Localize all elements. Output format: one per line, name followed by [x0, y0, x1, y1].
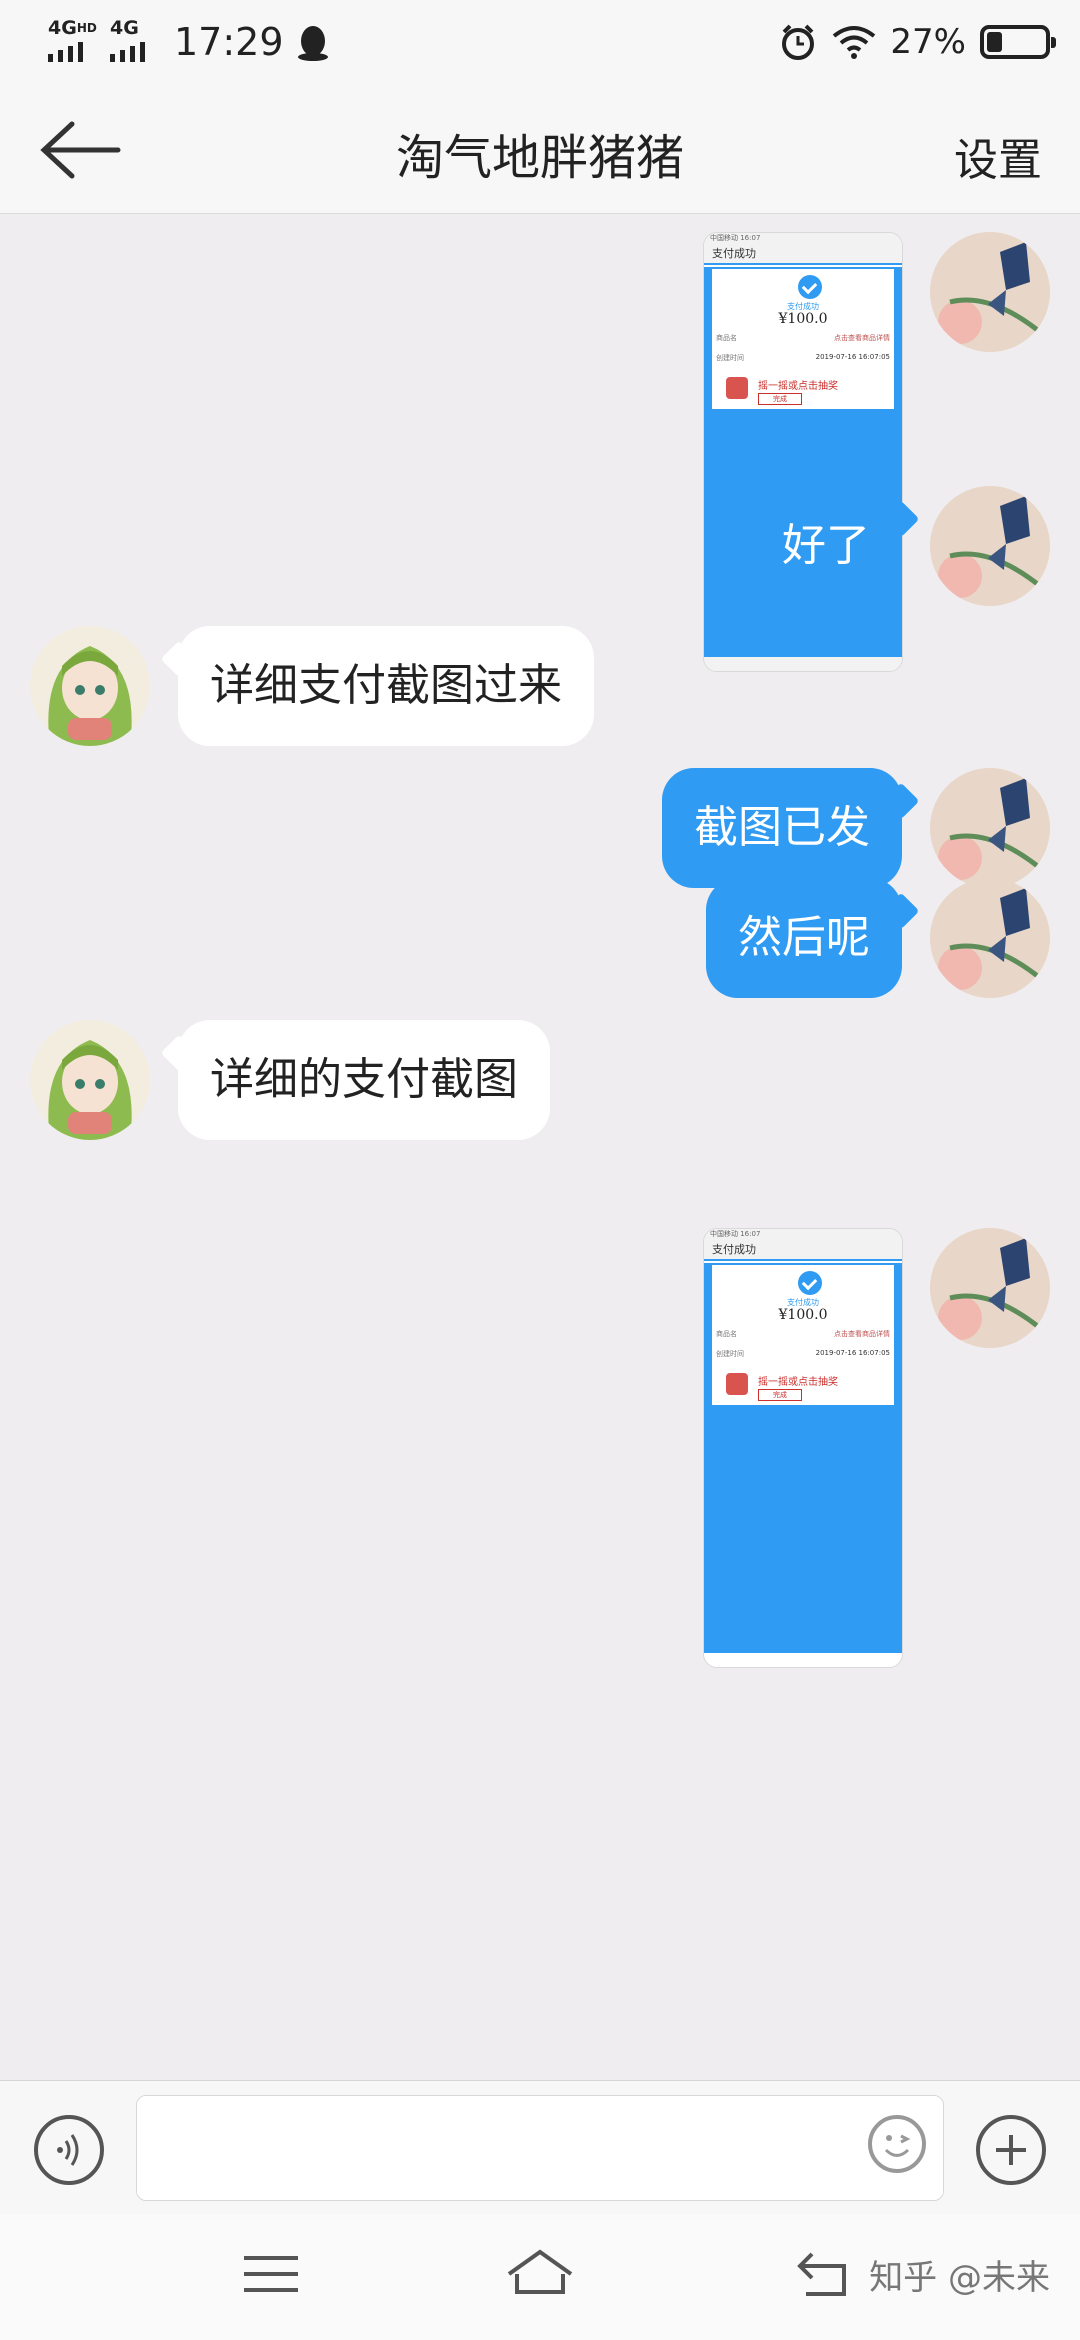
menu-icon[interactable]: [236, 2244, 306, 2304]
signal-2-icon: 4G: [108, 18, 158, 66]
shot-time-label: 创建时间: [716, 354, 744, 362]
butterfly-avatar-image: [930, 878, 1050, 998]
my-avatar[interactable]: [930, 232, 1050, 352]
contact-avatar[interactable]: [30, 1020, 150, 1140]
shot-header: 支付成功: [704, 243, 902, 265]
shot-card: 支付成功 ¥100.0 商品名 点击查看商品详情 创建时间 2019-07-16…: [712, 269, 894, 409]
chat-area[interactable]: 中国移动 16:07 支付成功 支付成功 ¥100.0 商品名 点击查看商品详情…: [0, 214, 1080, 2080]
shot-merchant-label: 商品名: [716, 1330, 737, 1338]
emoji-button[interactable]: [868, 2115, 926, 2173]
my-avatar[interactable]: [930, 486, 1050, 606]
chat-title: 淘气地胖猪猪: [395, 130, 684, 186]
shot-merchant-label: 商品名: [716, 334, 737, 342]
home-icon[interactable]: [505, 2244, 575, 2304]
shot-promo: 摇一摇或点击抽奖: [758, 381, 838, 392]
shot-status: 中国移动 16:07: [704, 1229, 902, 1239]
wifi-icon: [833, 26, 876, 59]
network-type-1: 4G: [48, 17, 77, 39]
butterfly-avatar-image: [930, 232, 1050, 352]
status-left: 4GHD 4G 17:29: [46, 14, 330, 70]
butterfly-avatar-image: [930, 1228, 1050, 1348]
title-bar: 淘气地胖猪猪 设置: [0, 84, 1080, 214]
input-bar: [0, 2080, 1080, 2214]
message-bubble-received[interactable]: 详细支付截图过来: [178, 626, 594, 746]
shot-merchant-value: 点击查看商品详情: [834, 334, 890, 342]
butterfly-avatar-image: [930, 768, 1050, 888]
qq-penguin-icon: [297, 26, 328, 61]
shot-time-value: 2019-07-16 16:07:05: [815, 1349, 890, 1357]
message-input[interactable]: [136, 2095, 944, 2201]
contact-avatar[interactable]: [30, 626, 150, 746]
shot-button: 完成: [758, 1389, 802, 1401]
shot-footer: [704, 657, 902, 671]
watermark-text: 知乎 @未来: [869, 2258, 1050, 2298]
butterfly-avatar-image: [930, 486, 1050, 606]
my-avatar[interactable]: [930, 768, 1050, 888]
anime-girl-avatar-image: [30, 626, 150, 746]
message-bubble-sent[interactable]: 好了: [750, 486, 902, 606]
clock: 17:29: [174, 20, 284, 64]
plus-icon: [996, 2135, 1026, 2165]
return-icon[interactable]: [790, 2244, 860, 2304]
gift-icon: [726, 377, 748, 399]
shot-promo: 摇一摇或点击抽奖: [758, 1377, 838, 1388]
message-bubble-received[interactable]: 详细的支付截图: [178, 1020, 550, 1140]
message-bubble-sent[interactable]: 然后呢: [706, 878, 902, 998]
shot-header: 支付成功: [704, 1239, 902, 1261]
network-type-2: 4G: [110, 17, 139, 39]
shot-button: 完成: [758, 393, 802, 405]
payment-screenshot-image[interactable]: 中国移动 16:07 支付成功 支付成功 ¥100.0 商品名 点击查看商品详情…: [703, 1228, 903, 1668]
shot-amount: ¥100.0: [778, 311, 828, 327]
network-hd-label: HD: [76, 21, 97, 35]
shot-status: 中国移动 16:07: [704, 233, 902, 243]
check-icon: [798, 1271, 822, 1295]
battery-fill: [987, 32, 1002, 52]
emoji-icon: [884, 2134, 911, 2157]
voice-button[interactable]: [34, 2115, 104, 2185]
alarm-icon: [782, 24, 815, 60]
signal-1-icon: 4GHD: [46, 17, 97, 66]
gift-icon: [726, 1373, 748, 1395]
status-bar: 4GHD 4G 17:29 27%: [0, 0, 1080, 84]
settings-button[interactable]: 设置: [954, 124, 1042, 188]
shot-time-value: 2019-07-16 16:07:05: [815, 353, 890, 361]
shot-amount: ¥100.0: [778, 1307, 828, 1323]
battery-percent: 27%: [890, 22, 966, 62]
system-nav-bar: 知乎 @未来: [0, 2214, 1080, 2340]
shot-time-label: 创建时间: [716, 1350, 744, 1358]
status-right: 27%: [778, 14, 1056, 70]
my-avatar[interactable]: [930, 878, 1050, 998]
payment-screenshot-image[interactable]: 中国移动 16:07 支付成功 支付成功 ¥100.0 商品名 点击查看商品详情…: [703, 232, 903, 672]
shot-card: 支付成功 ¥100.0 商品名 点击查看商品详情 创建时间 2019-07-16…: [712, 1265, 894, 1405]
battery-icon: [980, 25, 1056, 59]
check-icon: [798, 275, 822, 299]
shot-merchant-value: 点击查看商品详情: [834, 1330, 890, 1338]
anime-girl-avatar-image: [30, 1020, 150, 1140]
plus-button[interactable]: [976, 2115, 1046, 2185]
message-bubble-sent[interactable]: 截图已发: [662, 768, 902, 888]
my-avatar[interactable]: [930, 1228, 1050, 1348]
voice-icon: [57, 2134, 79, 2166]
